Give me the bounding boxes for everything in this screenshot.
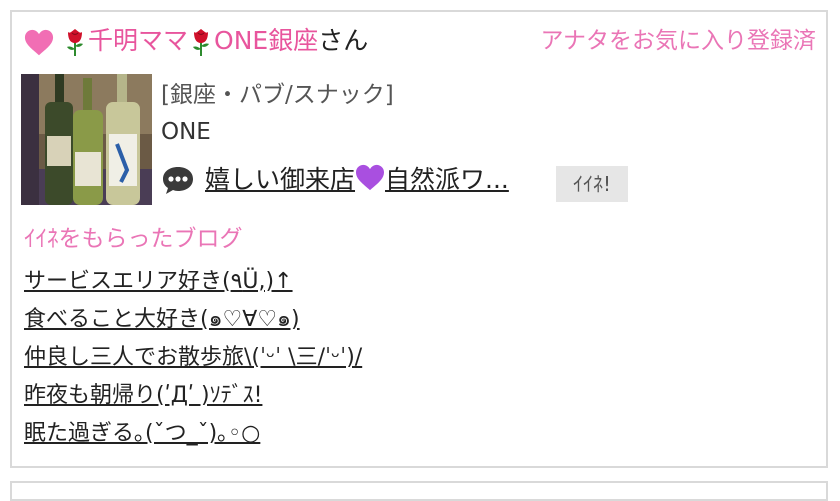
blog-link[interactable]: 眠た過ぎる｡(ˇつ_ˇ)｡◦○ [24, 421, 260, 446]
honorific-label: さん [318, 26, 369, 55]
purple-heart-icon [356, 164, 385, 191]
latest-post-link[interactable]: 嬉しい御来店 自然派ワ... [205, 163, 509, 197]
liked-blogs-list: サービスエリア好き(٩Ü,)↑ 食べること大好き(๑♡∀♡๑) 仲良し三人でお散… [24, 266, 362, 456]
next-card-edge [10, 481, 828, 501]
shop-category: [銀座・パブ/スナック] [161, 82, 394, 108]
list-item: 昨夜も朝帰り(ʹДʹ )ｿﾃﾞｽ! [24, 380, 362, 418]
card-header: 千明ママ ONE銀座さん アナタをお気に入り登録済 [24, 24, 816, 60]
list-item: 食べること大好き(๑♡∀♡๑) [24, 304, 362, 342]
wine-bottles-image [21, 74, 152, 205]
sender-name-label: 千明ママ [88, 26, 189, 55]
post-title-start: 嬉しい御来店 [205, 165, 356, 194]
liked-blogs-heading: ｲｲﾈをもらったブログ [24, 226, 243, 252]
list-item: 眠た過ぎる｡(ˇつ_ˇ)｡◦○ [24, 418, 362, 456]
blog-link[interactable]: 食べること大好き(๑♡∀♡๑) [24, 307, 300, 332]
speech-bubble-icon [163, 167, 193, 194]
sender-name[interactable]: 千明ママ ONE銀座さん [62, 24, 368, 58]
blog-link[interactable]: 昨夜も朝帰り(ʹДʹ )ｿﾃﾞｽ! [24, 383, 262, 408]
post-title-end: 自然派ワ... [385, 165, 509, 194]
favorite-status[interactable]: アナタをお気に入り登録済 [540, 24, 816, 58]
like-button[interactable]: ｲｲﾈ! [556, 166, 628, 202]
shop-name: ONE [161, 119, 211, 145]
list-item: 仲良し三人でお散歩旅\(ˈᵕˈ \三/ˈᵕˈ)/ [24, 342, 362, 380]
shop-thumbnail[interactable] [21, 74, 152, 205]
rose-icon [193, 29, 210, 56]
rose-icon [67, 29, 83, 56]
sender-shop-label: ONE銀座 [214, 26, 319, 55]
blog-link[interactable]: サービスエリア好き(٩Ü,)↑ [24, 269, 293, 294]
blog-link[interactable]: 仲良し三人でお散歩旅\(ˈᵕˈ \三/ˈᵕˈ)/ [24, 345, 362, 370]
user-card: 千明ママ ONE銀座さん アナタをお気に入り登録済 [銀座・パブ/スナック] O… [10, 10, 828, 468]
heart-icon [24, 29, 54, 56]
list-item: サービスエリア好き(٩Ü,)↑ [24, 266, 362, 304]
